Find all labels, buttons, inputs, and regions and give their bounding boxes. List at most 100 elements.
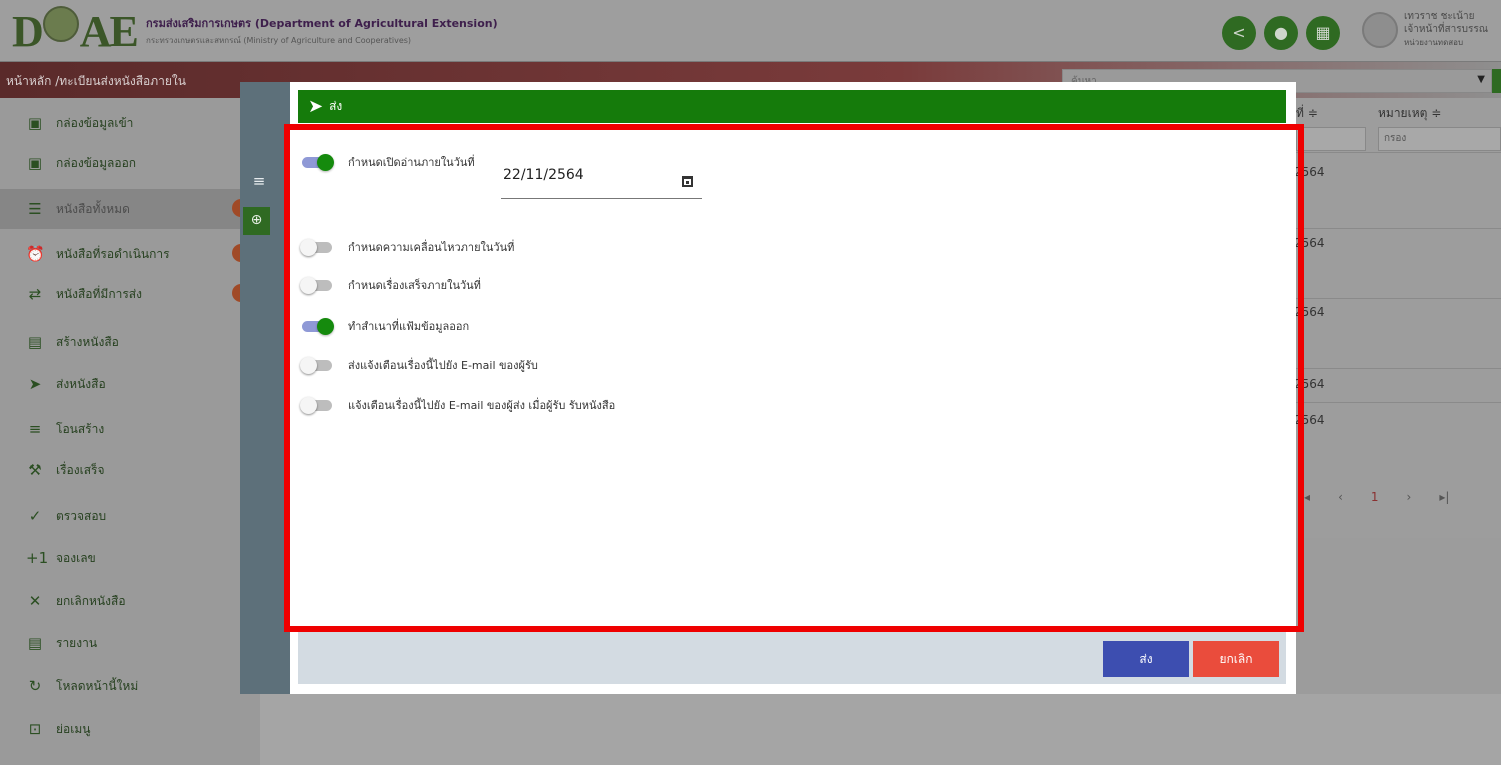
sidebar-item-label: หนังสือทั้งหมด (56, 201, 130, 216)
toggle-switch[interactable] (300, 153, 336, 171)
send-icon: ➤ (28, 375, 42, 393)
playlist-check-icon[interactable]: ≡ (248, 172, 270, 194)
swap-icon: ⇄ (28, 285, 42, 303)
close-icon: ✕ (28, 592, 42, 610)
notification-bell-icon[interactable]: ● (1264, 16, 1298, 50)
toggle-switch[interactable] (300, 356, 336, 374)
highlight-frame (284, 124, 1304, 632)
sidebar-item-report[interactable]: ▤ รายงาน (0, 623, 240, 663)
user-name: เทวราช ชะเน้าย (1404, 11, 1475, 22)
sidebar-item-label: กล่องข้อมูลออก (56, 155, 137, 170)
option-label: แจ้งเตือนเรื่องนี้ไปยัง E-mail ของผู้ส่ง… (348, 399, 616, 412)
next-page-icon[interactable]: › (1407, 490, 1412, 504)
report-icon: ▤ (27, 634, 43, 652)
option-label: กำหนดเรื่องเสร็จภายในวันที่ (348, 279, 481, 292)
send-dialog: ➤ ส่ง กำหนดเปิดอ่านภายในวันที่ 22/11/256… (284, 82, 1304, 694)
outbox-icon: ▣ (27, 154, 43, 172)
table-row[interactable] (1294, 402, 1501, 403)
table-row[interactable] (1294, 298, 1501, 299)
date-input[interactable]: 22/11/2564 (501, 161, 702, 199)
sidebar-item-sent[interactable]: ⇄ หนังสือที่มีการส่ง (0, 274, 246, 314)
option-complete-by-date[interactable]: กำหนดเรื่องเสร็จภายในวันที่ (300, 276, 481, 294)
option-label: ส่งแจ้งเตือนเรื่องนี้ไปยัง E-mail ของผู้… (348, 359, 538, 372)
prev-page-icon[interactable]: ‹ (1338, 490, 1343, 504)
sidebar-item-inbox[interactable]: ▣ กล่องข้อมูลเข้า (0, 103, 240, 143)
sidebar-item-label: สร้างหนังสือ (56, 334, 119, 349)
sidebar-item-create[interactable]: ▤ สร้างหนังสือ (0, 322, 240, 362)
search-button[interactable] (1492, 69, 1501, 93)
filter-input-date[interactable] (1296, 127, 1366, 151)
sidebar-item-collapse[interactable]: ⊡ ย่อเมนู (0, 709, 240, 749)
sidebar-item-pending[interactable]: ⏰ หนังสือที่รอดำเนินการ (0, 234, 246, 274)
sidebar-item-send[interactable]: ➤ ส่งหนังสือ (0, 364, 240, 404)
calendar-icon[interactable] (682, 176, 693, 187)
org-name-th: กรมส่งเสริมการเกษตร (146, 17, 252, 30)
sidebar-item-cancel-doc[interactable]: ✕ ยกเลิกหนังสือ (0, 581, 240, 621)
column-header-date[interactable]: ที่ ≑ (1296, 104, 1318, 123)
sidebar-item-label: หนังสือที่มีการส่ง (56, 286, 142, 301)
plus-one-icon: +1 (26, 549, 49, 567)
file-add-icon: ▤ (27, 333, 43, 351)
alarm-icon: ⏰ (26, 245, 45, 263)
option-copy-to-outbox[interactable]: ทำสำเนาที่แฟ้มข้อมูลออก (300, 317, 469, 335)
column-header-note[interactable]: หมายเหตุ ≑ (1378, 104, 1441, 123)
sidebar-item-outbox[interactable]: ▣ กล่องข้อมูลออก (0, 143, 240, 183)
dialog-header: ➤ ส่ง (298, 90, 1286, 123)
zoom-in-icon[interactable]: ⊕ (243, 207, 270, 235)
last-page-icon[interactable]: ▸| (1439, 490, 1449, 504)
sidebar-item-label: รายงาน (56, 635, 98, 650)
seal-icon (42, 6, 79, 42)
toggle-switch[interactable] (300, 396, 336, 414)
sidebar-item-label: หนังสือที่รอดำเนินการ (56, 246, 170, 261)
apps-grid-icon[interactable]: ▦ (1306, 16, 1340, 50)
sidebar-item-label: จองเลข (56, 550, 96, 565)
send-button[interactable]: ส่ง (1103, 641, 1189, 677)
sidebar-item-label: โหลดหน้านี้ใหม่ (56, 678, 139, 693)
option-label: กำหนดความเคลื่อนไหวภายในวันที่ (348, 241, 515, 254)
sidebar-item-reload[interactable]: ↻ โหลดหน้านี้ใหม่ (0, 666, 240, 706)
gavel-icon: ⚒ (28, 461, 42, 479)
option-open-read-by-date[interactable]: กำหนดเปิดอ่านภายในวันที่ (300, 153, 475, 171)
toggle-switch[interactable] (300, 276, 336, 294)
sidebar-item-transfer[interactable]: ≡ โอนสร้าง (0, 409, 240, 449)
doae-logo[interactable]: D AE (12, 6, 139, 57)
toggle-switch[interactable] (300, 317, 336, 335)
date-value: 22/11/2564 (503, 167, 584, 183)
sidebar-item-verify[interactable]: ✓ ตรวจสอบ (0, 496, 240, 536)
table-row[interactable] (1294, 152, 1501, 153)
inbox-icon: ▣ (27, 114, 43, 132)
pagination: |◂ ‹ 1 › ▸| (1300, 490, 1501, 504)
option-email-recipient[interactable]: ส่งแจ้งเตือนเรื่องนี้ไปยัง E-mail ของผู้… (300, 356, 538, 374)
sidebar-item-label: ตรวจสอบ (56, 508, 107, 523)
table-row[interactable] (1294, 228, 1501, 229)
page-number[interactable]: 1 (1371, 490, 1379, 504)
dialog-footer: ส่ง ยกเลิก (298, 632, 1286, 684)
toggle-switch[interactable] (300, 238, 336, 256)
sidebar-item-all-docs[interactable]: ☰ หนังสือทั้งหมด (0, 189, 246, 229)
sidebar-item-label: ย่อเมนู (56, 721, 91, 736)
sidebar-item-reserve-number[interactable]: +1 จองเลข (0, 538, 240, 578)
reload-icon: ↻ (28, 677, 42, 695)
app-header: D AE กรมส่งเสริมการเกษตร (Department of A… (0, 0, 1501, 62)
table-row[interactable] (1294, 368, 1501, 369)
caret-down-icon: ▼ (1477, 74, 1485, 85)
user-role: เจ้าหน้าที่สารบรรณ (1404, 24, 1488, 35)
option-movement-by-date[interactable]: กำหนดความเคลื่อนไหวภายในวันที่ (300, 238, 514, 256)
user-avatar[interactable] (1362, 12, 1398, 48)
sidebar: ▣ กล่องข้อมูลเข้า ▣ กล่องข้อมูลออก ☰ หนังสื… (0, 98, 260, 765)
org-title: กรมส่งเสริมการเกษตร (Department of Agric… (146, 14, 498, 47)
sidebar-item-done[interactable]: ⚒ เรื่องเสร็จ (0, 450, 240, 490)
org-name-en: (Department of Agricultural Extension) (254, 17, 498, 30)
cancel-button[interactable]: ยกเลิก (1193, 641, 1279, 677)
user-info[interactable]: เทวราช ชะเน้าย เจ้าหน้าที่สารบรรณ หน่วยง… (1404, 10, 1488, 49)
org-subtitle: กระทรวงเกษตรและสหกรณ์ (Ministry of Agric… (146, 36, 412, 45)
option-email-sender-on-receive[interactable]: แจ้งเตือนเรื่องนี้ไปยัง E-mail ของผู้ส่ง… (300, 396, 615, 414)
dialog-body: กำหนดเปิดอ่านภายในวันที่ 22/11/2564 กำหน… (284, 123, 1304, 632)
sidebar-item-label: ยกเลิกหนังสือ (56, 593, 126, 608)
filter-input-note[interactable]: กรอง (1378, 127, 1501, 151)
collapse-icon: ⊡ (28, 720, 42, 738)
share-icon[interactable]: < (1222, 16, 1256, 50)
page-footer-area (260, 694, 1501, 765)
sidebar-item-label: ส่งหนังสือ (56, 376, 106, 391)
transfer-icon: ≡ (28, 420, 42, 438)
